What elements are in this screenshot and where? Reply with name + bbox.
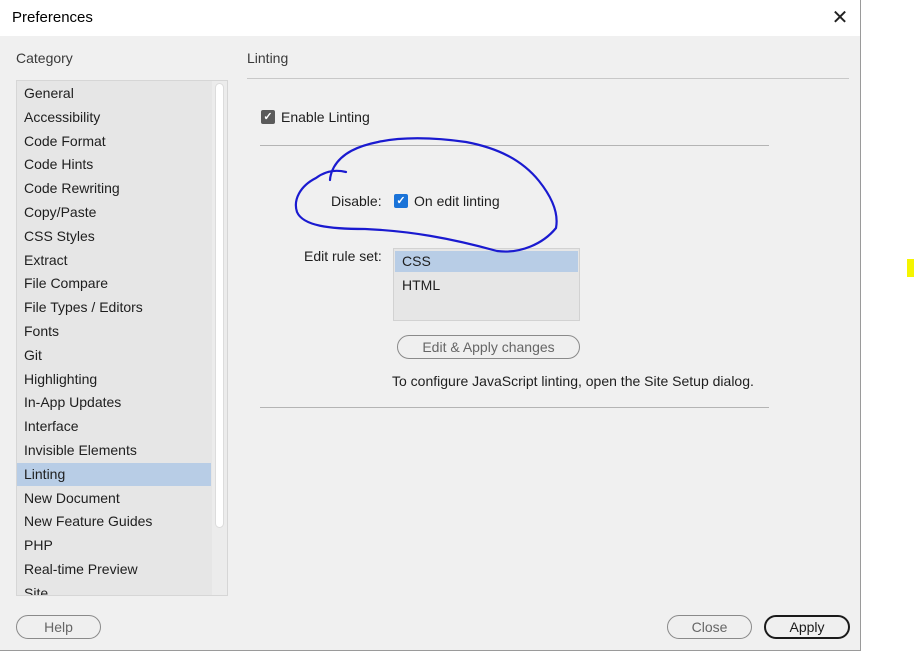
- category-item-css-styles[interactable]: CSS Styles: [17, 225, 211, 248]
- yellow-highlight-mark: [907, 259, 914, 277]
- section-divider: [247, 78, 849, 79]
- category-item-file-types-editors[interactable]: File Types / Editors: [17, 296, 211, 319]
- on-edit-linting-label: On edit linting: [414, 193, 500, 209]
- category-item-code-format[interactable]: Code Format: [17, 130, 211, 153]
- edit-apply-changes-button[interactable]: Edit & Apply changes: [397, 335, 580, 359]
- rule-set-list[interactable]: CSS HTML: [393, 248, 580, 321]
- edit-rule-set-label: Edit rule set:: [304, 248, 382, 264]
- category-item-code-rewriting[interactable]: Code Rewriting: [17, 177, 211, 200]
- help-button[interactable]: Help: [16, 615, 101, 639]
- category-item-new-document[interactable]: New Document: [17, 487, 211, 510]
- rule-set-item-html[interactable]: HTML: [395, 275, 578, 296]
- divider-bottom: [260, 407, 769, 408]
- on-edit-linting-checkbox[interactable]: ✓: [394, 194, 408, 208]
- category-item-fonts[interactable]: Fonts: [17, 320, 211, 343]
- title-bar: Preferences ✕: [0, 0, 860, 36]
- category-label: Category: [16, 50, 73, 66]
- category-item-real-time-preview[interactable]: Real-time Preview: [17, 558, 211, 581]
- javascript-linting-note: To configure JavaScript linting, open th…: [392, 373, 754, 389]
- category-item-extract[interactable]: Extract: [17, 249, 211, 272]
- category-item-interface[interactable]: Interface: [17, 415, 211, 438]
- enable-linting-checkbox[interactable]: ✓: [261, 110, 275, 124]
- category-item-php[interactable]: PHP: [17, 534, 211, 557]
- rule-set-item-css[interactable]: CSS: [395, 251, 578, 272]
- disable-label: Disable:: [331, 193, 382, 209]
- category-item-code-hints[interactable]: Code Hints: [17, 153, 211, 176]
- scrollbar-thumb[interactable]: [215, 83, 224, 528]
- category-list[interactable]: General Accessibility Code Format Code Hint…: [16, 80, 228, 596]
- category-item-git[interactable]: Git: [17, 344, 211, 367]
- category-scrollbar[interactable]: [212, 81, 227, 595]
- category-item-copy-paste[interactable]: Copy/Paste: [17, 201, 211, 224]
- category-item-file-compare[interactable]: File Compare: [17, 272, 211, 295]
- preferences-dialog: Preferences ✕ Category Linting General Ac…: [0, 0, 861, 651]
- window-title: Preferences: [12, 9, 93, 26]
- category-item-highlighting[interactable]: Highlighting: [17, 368, 211, 391]
- category-item-new-feature-guides[interactable]: New Feature Guides: [17, 510, 211, 533]
- category-item-in-app-updates[interactable]: In-App Updates: [17, 391, 211, 414]
- category-item-linting[interactable]: Linting: [17, 462, 211, 486]
- category-item-general[interactable]: General: [17, 82, 211, 105]
- close-button[interactable]: Close: [667, 615, 752, 639]
- enable-linting-label: Enable Linting: [281, 109, 370, 125]
- category-item-site[interactable]: Site: [17, 582, 211, 595]
- close-icon[interactable]: ✕: [826, 4, 854, 32]
- category-item-invisible-elements[interactable]: Invisible Elements: [17, 439, 211, 462]
- category-item-accessibility[interactable]: Accessibility: [17, 106, 211, 129]
- divider-top: [260, 145, 769, 146]
- section-title: Linting: [247, 50, 289, 66]
- apply-button[interactable]: Apply: [764, 615, 850, 639]
